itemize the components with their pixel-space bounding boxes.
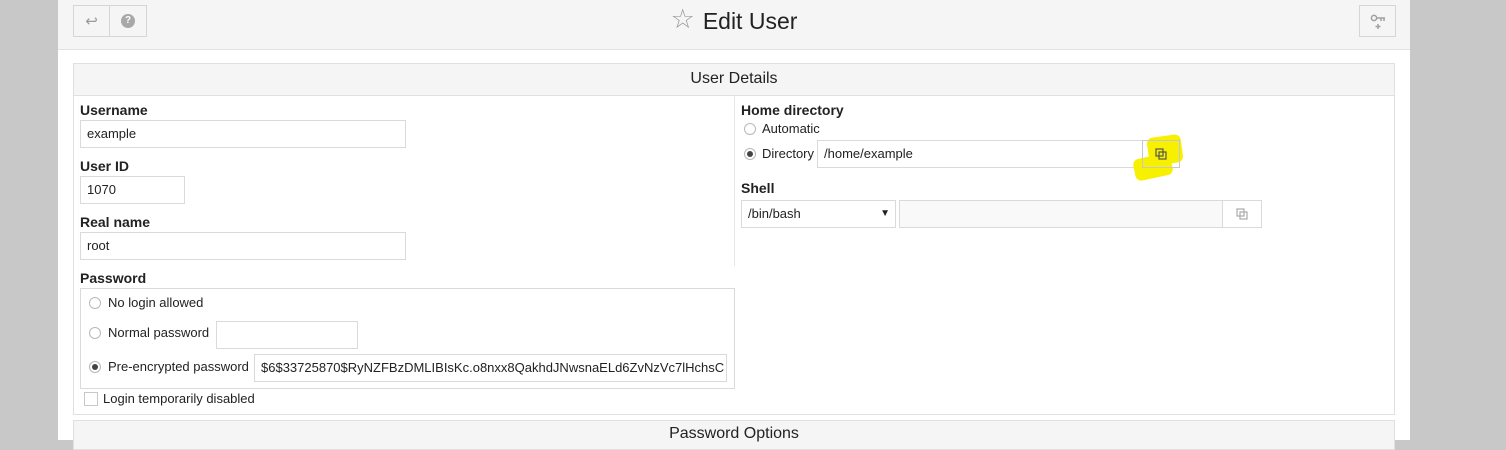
login-disabled-checkbox[interactable] bbox=[84, 392, 98, 406]
directory-chooser-button[interactable] bbox=[1142, 140, 1180, 168]
title-area: ☆ Edit User bbox=[58, 5, 1410, 37]
login-disabled-label: Login temporarily disabled bbox=[103, 391, 255, 406]
directory-radio[interactable] bbox=[744, 148, 756, 160]
real-name-label: Real name bbox=[80, 214, 151, 230]
shell-custom-input[interactable] bbox=[899, 200, 1225, 228]
copy-icon bbox=[1155, 148, 1167, 160]
username-input[interactable]: example bbox=[80, 120, 406, 148]
pre-encrypted-label: Pre-encrypted password bbox=[108, 359, 249, 374]
home-directory-label: Home directory bbox=[741, 102, 844, 118]
user-details-panel: User Details Username example User ID 10… bbox=[73, 63, 1395, 415]
user-id-input[interactable]: 1070 bbox=[80, 176, 185, 204]
password-label: Password bbox=[80, 270, 147, 286]
shell-chooser-button[interactable] bbox=[1222, 200, 1262, 228]
username-label: Username bbox=[80, 102, 148, 118]
shell-label: Shell bbox=[741, 180, 775, 196]
top-toolbar: ↩ ? ☆ Edit User bbox=[58, 0, 1410, 50]
normal-password-input[interactable] bbox=[216, 321, 358, 349]
key-button[interactable] bbox=[1359, 5, 1396, 37]
dropdown-arrow-icon: ▼ bbox=[880, 208, 890, 219]
pre-encrypted-radio[interactable] bbox=[89, 361, 101, 373]
automatic-label: Automatic bbox=[762, 121, 820, 136]
directory-label: Directory bbox=[762, 146, 815, 161]
normal-password-label: Normal password bbox=[108, 325, 210, 340]
star-icon[interactable]: ☆ bbox=[671, 6, 695, 33]
user-details-heading: User Details bbox=[74, 64, 1394, 96]
real-name-input[interactable]: root bbox=[80, 232, 406, 260]
key-icon bbox=[1370, 14, 1385, 29]
shell-select-value: /bin/bash bbox=[748, 206, 801, 221]
no-login-radio[interactable] bbox=[89, 297, 101, 309]
automatic-radio[interactable] bbox=[744, 123, 756, 135]
page-title: Edit User bbox=[702, 7, 798, 34]
user-id-label: User ID bbox=[80, 158, 130, 174]
copy-icon bbox=[1236, 208, 1248, 220]
column-divider bbox=[734, 96, 735, 266]
normal-password-radio[interactable] bbox=[89, 327, 101, 339]
directory-input[interactable]: /home/example bbox=[817, 140, 1143, 168]
password-options-heading[interactable]: Password Options bbox=[73, 420, 1395, 450]
shell-select[interactable]: /bin/bash ▼ bbox=[741, 200, 896, 228]
no-login-label: No login allowed bbox=[108, 295, 204, 310]
edit-user-page: ↩ ? ☆ Edit User User Details Username ex… bbox=[58, 0, 1410, 450]
pre-encrypted-input[interactable]: $6$33725870$RyNZFBzDMLIBIsKc.o8nxx8Qakhd… bbox=[254, 354, 727, 382]
